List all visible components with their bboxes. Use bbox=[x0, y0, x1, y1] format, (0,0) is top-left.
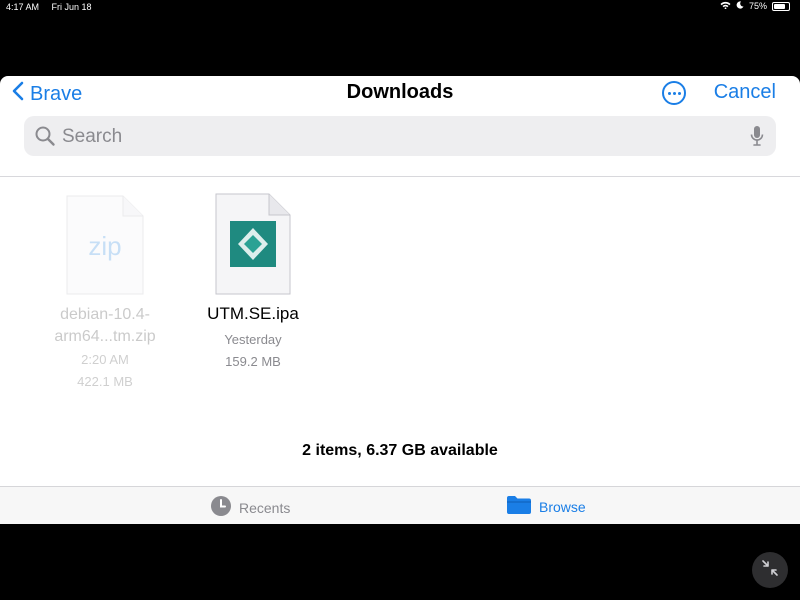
storage-summary: 2 items, 6.37 GB available bbox=[302, 442, 498, 459]
status-date: Fri Jun 18 bbox=[51, 2, 92, 12]
file-date: 2:20 AM bbox=[81, 352, 129, 367]
more-icon[interactable] bbox=[662, 81, 686, 105]
clock-icon bbox=[210, 495, 232, 520]
search-bar[interactable] bbox=[24, 116, 776, 156]
tab-recents-label: Recents bbox=[239, 499, 291, 516]
wifi-icon bbox=[720, 1, 731, 11]
search-input[interactable] bbox=[60, 122, 744, 152]
file-size: 422.1 MB bbox=[77, 374, 133, 389]
microphone-icon[interactable] bbox=[750, 125, 764, 152]
tab-browse[interactable]: Browse bbox=[506, 495, 586, 518]
tab-bar: Recents Browse bbox=[0, 486, 800, 524]
file-name: UTM.SE.ipa bbox=[207, 304, 299, 323]
divider bbox=[0, 176, 800, 177]
folder-icon bbox=[506, 495, 532, 518]
file-size: 159.2 MB bbox=[225, 354, 281, 369]
zip-file-icon: zip bbox=[66, 195, 144, 300]
file-name-line2: arm64...tm.zip bbox=[54, 328, 156, 345]
tab-recents[interactable]: Recents bbox=[210, 495, 290, 520]
ipa-file-icon bbox=[215, 193, 291, 300]
cancel-button[interactable]: Cancel bbox=[714, 81, 776, 104]
search-icon bbox=[34, 125, 56, 152]
nav-bar: Brave Downloads Cancel bbox=[0, 76, 800, 112]
collapse-button[interactable] bbox=[752, 552, 788, 588]
files-sheet: Brave Downloads Cancel zip debian-10.4- … bbox=[0, 76, 800, 524]
collapse-arrows-icon bbox=[761, 559, 779, 582]
status-time: 4:17 AM bbox=[6, 2, 40, 12]
status-bar: 4:17 AM Fri Jun 18 75% bbox=[0, 0, 800, 14]
battery-percent: 75% bbox=[748, 1, 767, 11]
tab-browse-label: Browse bbox=[539, 498, 586, 515]
file-name-line1: debian-10.4- bbox=[60, 306, 150, 323]
moon-icon bbox=[736, 1, 744, 11]
file-date: Yesterday bbox=[224, 332, 282, 347]
zip-icon-text: zip bbox=[88, 231, 121, 261]
battery-icon bbox=[772, 1, 790, 11]
